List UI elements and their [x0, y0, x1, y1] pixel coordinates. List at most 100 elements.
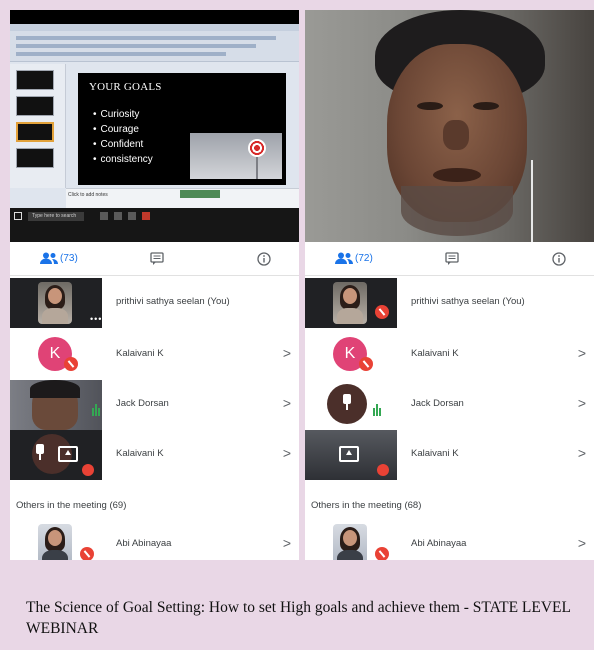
slide-bullets: Curiosity Courage Confident consistency: [93, 107, 153, 167]
participant-tile: [10, 520, 102, 560]
target-icon: [248, 139, 266, 157]
participant-row[interactable]: Kalaivani K >: [305, 430, 594, 480]
more-dots-icon[interactable]: •••: [90, 314, 102, 324]
chat-icon: [445, 252, 459, 265]
participant-tile: •••: [10, 278, 102, 328]
participant-name: Abi Abinayaa: [116, 538, 172, 549]
webinar-caption: The Science of Goal Setting: How to set …: [26, 599, 571, 637]
side-panel-tabs: (72): [305, 242, 594, 276]
participant-row[interactable]: Abi Abinayaa >: [10, 520, 299, 560]
current-slide: YOUR GOALS Curiosity Courage Confident c…: [78, 73, 286, 185]
people-count: (73): [60, 253, 78, 264]
chevron-right-icon[interactable]: >: [283, 395, 291, 411]
speaker-eye: [473, 102, 499, 110]
speaker-nose: [443, 120, 469, 150]
slide-thumb-selected[interactable]: [16, 122, 54, 142]
participant-tile: [305, 278, 397, 328]
ribbon: [10, 24, 299, 62]
app-icon[interactable]: [114, 212, 122, 220]
slide-thumbnails: [10, 64, 66, 188]
participant-name: Abi Abinayaa: [411, 538, 467, 549]
tab-chat[interactable]: [106, 242, 202, 276]
participant-name: prithivi sathya seelan (You): [411, 296, 525, 307]
others-section-label: Others in the meeting (69): [16, 500, 127, 511]
participant-tile: K: [10, 330, 102, 380]
info-icon: [257, 252, 271, 266]
speaking-indicator-icon: [92, 398, 101, 416]
speaking-indicator-icon: [373, 398, 382, 416]
others-section-label: Others in the meeting (68): [311, 500, 422, 511]
participant-tile: [10, 430, 102, 480]
participant-row[interactable]: K Kalaivani K >: [305, 330, 594, 380]
chevron-right-icon[interactable]: >: [578, 345, 586, 361]
participant-name: Kalaivani K: [116, 448, 164, 459]
tab-chat[interactable]: [401, 242, 497, 276]
speaker-beard: [401, 186, 513, 236]
slide-thumb[interactable]: [16, 148, 54, 168]
chevron-right-icon[interactable]: >: [283, 345, 291, 361]
mic-off-icon: [375, 547, 389, 560]
avatar: [333, 282, 367, 324]
participant-row[interactable]: K Kalaivani K >: [10, 330, 299, 380]
people-icon: [335, 252, 353, 264]
participant-row[interactable]: Kalaivani K >: [10, 430, 299, 480]
screen-share-view: YOUR GOALS Curiosity Courage Confident c…: [10, 10, 299, 242]
chevron-right-icon[interactable]: >: [578, 535, 586, 551]
pin-icon[interactable]: [341, 394, 353, 410]
participant-name: Kalaivani K: [116, 348, 164, 359]
avatar: [38, 524, 72, 560]
chevron-right-icon[interactable]: >: [283, 445, 291, 461]
bullet: consistency: [93, 152, 153, 167]
participant-tile: [305, 430, 397, 480]
avatar: [333, 524, 367, 560]
tab-people[interactable]: (73): [10, 242, 106, 276]
chat-icon: [150, 252, 164, 265]
participant-name: Jack Dorsan: [411, 398, 464, 409]
app-icon[interactable]: [142, 212, 150, 220]
earphone-cable: [531, 160, 533, 242]
left-meeting-panel: YOUR GOALS Curiosity Courage Confident c…: [10, 10, 299, 560]
participant-tile: [305, 380, 397, 430]
mic-off-icon: [359, 357, 373, 371]
present-icon: [339, 446, 359, 462]
speaker-eye: [417, 102, 443, 110]
chevron-right-icon[interactable]: >: [283, 535, 291, 551]
tab-people[interactable]: (72): [305, 242, 401, 276]
speaker-mouth: [433, 168, 481, 182]
mic-off-icon: [375, 305, 389, 319]
mic-off-icon: [64, 357, 78, 371]
participant-name: prithivi sathya seelan (You): [116, 296, 230, 307]
participant-tile: [10, 380, 102, 430]
taskbar-search-text: Type here to search: [32, 213, 77, 219]
info-icon: [552, 252, 566, 266]
tab-info[interactable]: [497, 242, 593, 276]
participant-name: Kalaivani K: [411, 348, 459, 359]
participant-row[interactable]: Jack Dorsan >: [10, 380, 299, 430]
present-icon: [58, 446, 78, 462]
app-icon[interactable]: [128, 212, 136, 220]
chevron-right-icon[interactable]: >: [578, 445, 586, 461]
participant-row[interactable]: ••• prithivi sathya seelan (You): [10, 278, 299, 328]
app-icon[interactable]: [100, 212, 108, 220]
participant-row[interactable]: prithivi sathya seelan (You): [305, 278, 594, 328]
mic-off-icon: [82, 464, 94, 476]
participant-row[interactable]: Abi Abinayaa >: [305, 520, 594, 560]
side-panel-tabs: (73): [10, 242, 299, 276]
participant-name: Jack Dorsan: [116, 398, 169, 409]
share-banner[interactable]: [180, 190, 220, 198]
speaker-video: [305, 10, 594, 242]
slide-thumb[interactable]: [16, 70, 54, 90]
windows-icon[interactable]: [14, 212, 22, 220]
mic-off-icon: [377, 464, 389, 476]
avatar: [38, 282, 72, 324]
right-meeting-panel: (72) prithivi sathya seelan (You) K Kala…: [305, 10, 594, 560]
chevron-right-icon[interactable]: >: [578, 395, 586, 411]
notes-hint: Click to add notes: [68, 192, 108, 198]
bullet: Confident: [93, 137, 153, 152]
pin-icon[interactable]: [34, 444, 46, 460]
tab-info[interactable]: [202, 242, 298, 276]
participant-name: Kalaivani K: [411, 448, 459, 459]
participant-row[interactable]: Jack Dorsan >: [305, 380, 594, 430]
slide-thumb[interactable]: [16, 96, 54, 116]
mic-off-icon: [80, 547, 94, 560]
